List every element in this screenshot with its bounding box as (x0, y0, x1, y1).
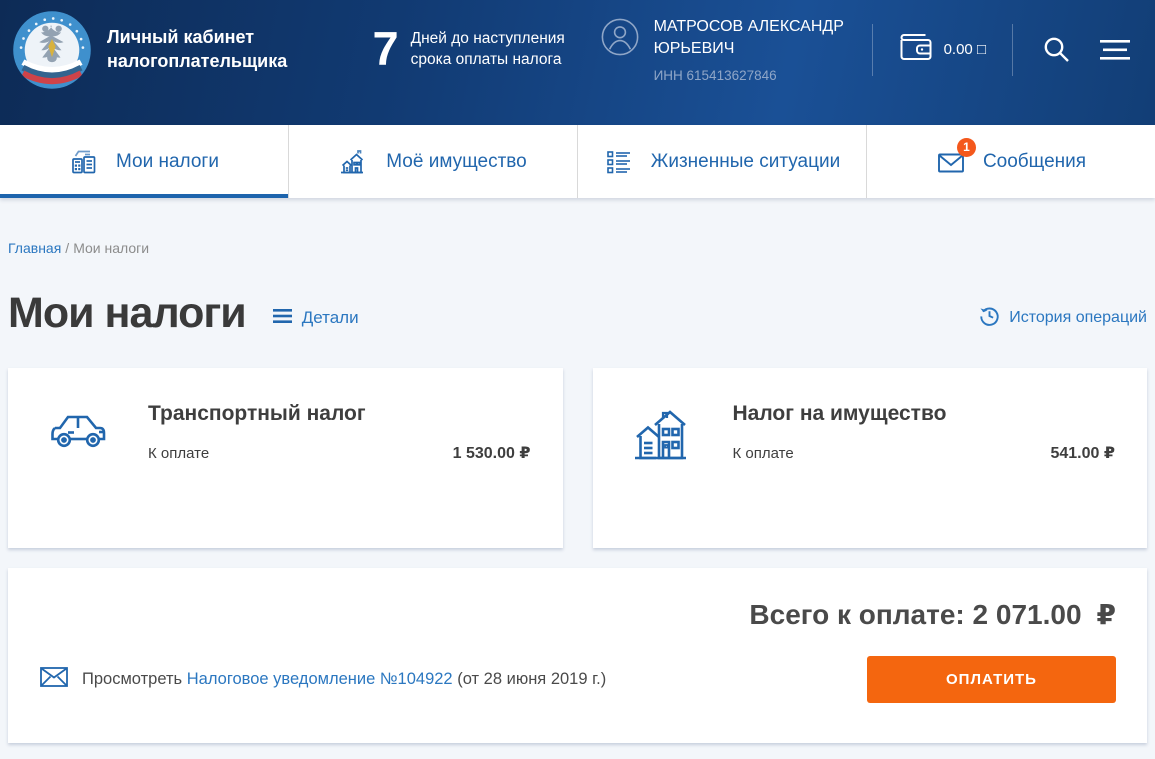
details-label: Детали (301, 308, 359, 327)
situations-tab-icon (604, 147, 634, 177)
due-amount: 541.00 ₽ (1050, 445, 1115, 462)
header-divider (1012, 23, 1013, 76)
taxes-tab-icon (69, 147, 99, 177)
messages-badge: 1 (956, 137, 976, 157)
deadline-days-number: 7 (372, 22, 399, 76)
search-icon (1043, 36, 1070, 63)
search-button[interactable] (1043, 36, 1070, 63)
page-content: Главная / Мои налоги Мои налоги Детали И… (0, 198, 1155, 743)
wallet-button[interactable]: 0.00 □ (899, 33, 986, 67)
tab-label: Жизненные ситуации (650, 150, 841, 172)
breadcrumb-separator: / (65, 240, 70, 256)
due-amount: 1 530.00 ₽ (452, 445, 531, 462)
deadline-days-text: Дней до наступления срока оплаты налога (410, 30, 565, 68)
due-label: К оплате (732, 445, 794, 462)
payment-summary-card: Всего к оплате: 2 071.00 ₽ Просмотреть На… (8, 568, 1147, 743)
property-tab-icon (339, 147, 369, 177)
breadcrumb-home-link[interactable]: Главная (8, 240, 61, 256)
transport-tax-card[interactable]: Транспортный налог К оплате 1 530.00 ₽ (8, 368, 563, 548)
tab-label: Сообщения (982, 150, 1087, 172)
total-due-currency: ₽ (1096, 599, 1116, 630)
tab-label: Мои налоги (116, 150, 219, 172)
history-label: История операций (1009, 309, 1147, 326)
wallet-icon (899, 33, 933, 67)
user-name: МАТРОСОВ АЛЕКСАНДР ЮРЬЕВИЧ (653, 17, 844, 57)
notice-date-text: (от 28 июня 2019 г.) (457, 670, 607, 688)
wallet-balance: 0.00 □ (943, 41, 986, 58)
tax-cards-row: Транспортный налог К оплате 1 530.00 ₽ Н… (8, 368, 1147, 548)
app-header: Личный кабинет налогоплательщика 7 Дней … (0, 0, 1155, 125)
history-icon (979, 305, 1000, 331)
user-account[interactable]: МАТРОСОВ АЛЕКСАНДР ЮРЬЕВИЧ ИНН 615413627… (601, 16, 872, 83)
breadcrumb: Главная / Мои налоги (8, 198, 1147, 256)
due-label: К оплате (148, 445, 210, 462)
tab-messages[interactable]: 1 Сообщения (867, 125, 1155, 198)
tab-label: Моё имущество (386, 150, 527, 172)
total-due: Всего к оплате: 2 071.00 ₽ (40, 598, 1116, 631)
user-inn: ИНН 615413627846 (653, 68, 777, 84)
menu-icon (1100, 39, 1130, 61)
payment-deadline-counter: 7 Дней до наступления срока оплаты налог… (372, 22, 600, 76)
car-icon (48, 408, 112, 548)
notice-view-text: Просмотреть (82, 670, 183, 688)
messages-tab-icon: 1 (936, 137, 976, 177)
history-link[interactable]: История операций (979, 305, 1147, 331)
tab-my-property[interactable]: Моё имущество (289, 125, 578, 198)
details-link[interactable]: Детали (272, 308, 359, 328)
header-divider (871, 23, 873, 76)
tax-notice-line: Просмотреть Налоговое уведомление №10492… (40, 667, 606, 692)
card-title: Налог на имущество (732, 402, 947, 425)
tax-notice-link[interactable]: Налоговое уведомление №104922 (187, 670, 453, 688)
details-icon (272, 308, 292, 328)
property-tax-card[interactable]: Налог на имущество К оплате 541.00 ₽ (592, 368, 1147, 548)
menu-button[interactable] (1100, 39, 1130, 61)
mail-icon (40, 667, 68, 692)
user-avatar-icon (601, 18, 639, 56)
pay-button[interactable]: ОПЛАТИТЬ (867, 656, 1116, 703)
total-due-label: Всего к оплате: 2 071.00 (749, 599, 1082, 630)
houses-icon (633, 408, 697, 548)
tab-my-taxes[interactable]: Мои налоги (0, 125, 289, 198)
page-title: Мои налоги (8, 288, 247, 337)
tab-life-situations[interactable]: Жизненные ситуации (578, 125, 867, 198)
card-title: Транспортный налог (148, 402, 366, 425)
breadcrumb-current: Мои налоги (73, 240, 150, 256)
fns-logo-icon[interactable] (12, 10, 92, 90)
main-navigation: Мои налоги Моё имущество Жизненные ситуа… (0, 125, 1155, 198)
app-title: Личный кабинет налогоплательщика (107, 27, 288, 71)
